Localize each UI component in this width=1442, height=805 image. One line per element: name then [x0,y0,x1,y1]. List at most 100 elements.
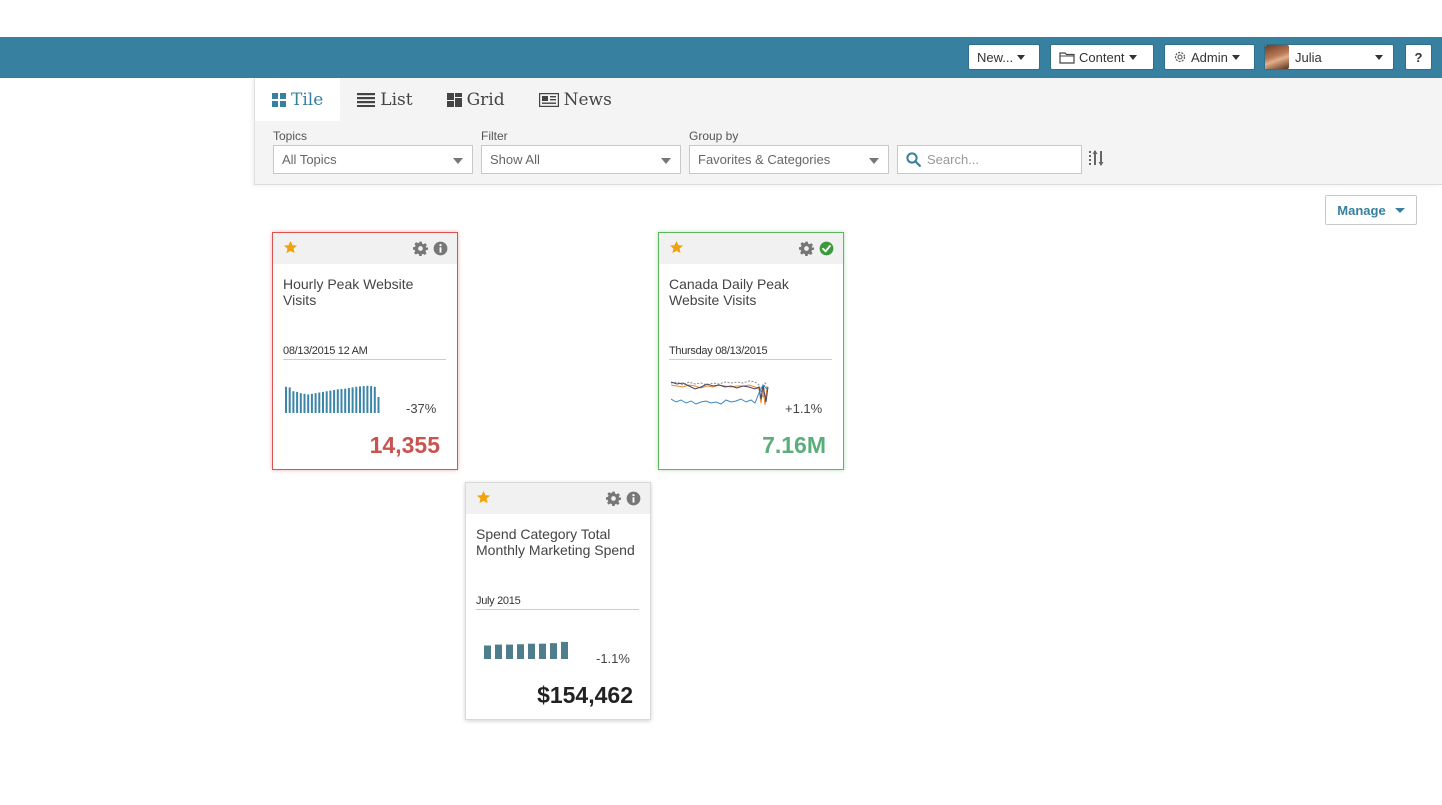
chevron-down-icon [1375,55,1383,60]
filter-select[interactable]: Show All [481,145,681,174]
tile-header [659,233,843,264]
sparkline-bar [344,388,347,413]
tile-title: Hourly Peak Website Visits [283,276,414,308]
tile-date: Thursday 08/13/2015 [669,345,832,360]
caret-down-icon [869,158,879,164]
tile-title: Spend Category Total Monthly Marketing S… [476,526,635,558]
help-button[interactable]: ? [1405,44,1432,70]
tab-news[interactable]: News [522,78,629,121]
gear-icon [1174,51,1186,63]
sparkline-bar [484,645,491,659]
favorite-star-icon[interactable] [476,490,491,505]
tile-change: +1.1% [785,401,823,416]
view-tabs: Tile List Grid News [255,78,629,121]
admin-button[interactable]: Admin [1164,44,1255,70]
folder-icon [1059,51,1075,64]
sparkline-bar [322,391,324,413]
sparkline-bar [325,391,328,413]
tab-grid[interactable]: Grid [430,78,522,121]
tile-value: 7.16M [762,432,826,458]
sparkline-bar [292,391,295,413]
help-button-label: ? [1414,49,1423,65]
sparkline-bars [285,385,380,413]
admin-button-label: Admin [1191,49,1228,65]
tab-label: News [563,89,612,110]
sparkline-bar [377,397,380,413]
new-button-label: New... [977,49,1014,65]
sparkline-lines [671,380,769,406]
list-icon [357,92,376,107]
metric-tile-hourly-peak-visits[interactable]: Hourly Peak Website Visits 08/13/2015 12… [272,232,458,470]
topics-select-value: All Topics [282,152,337,167]
search-input[interactable] [927,152,1067,167]
chevron-down-icon [1394,207,1405,213]
sparkline-bar [528,643,535,659]
tab-tile[interactable]: Tile [255,78,341,121]
tile-value: $154,462 [537,682,633,708]
gear-icon[interactable] [606,491,621,506]
sparkline-bar [329,390,332,413]
tile-icon [272,92,286,107]
filter-label: Filter [481,129,508,143]
caret-down-icon [661,158,671,164]
metric-tile-marketing-spend[interactable]: Spend Category Total Monthly Marketing S… [465,482,651,720]
sort-options-icon[interactable] [1089,150,1105,166]
sparkline-bar [303,393,306,413]
gear-icon[interactable] [413,241,428,256]
sparkline-bar [355,386,358,413]
topics-select[interactable]: All Topics [273,145,473,174]
grid-icon [446,92,462,107]
sparkline-bar [517,644,524,659]
favorite-star-icon[interactable] [669,240,684,255]
sparkline-bar [362,386,365,413]
search-icon [906,152,921,167]
content-button[interactable]: Content [1050,44,1154,70]
new-button[interactable]: New... [968,44,1040,70]
tile-header [273,233,457,264]
sparkline-bar [539,643,546,659]
sparkline-bar [340,389,343,413]
sparkline-bar [506,644,513,659]
search-box [897,145,1082,174]
tile-title: Canada Daily Peak Website Visits [669,276,789,308]
view-filter-panel: Tile List Grid News Topics All Topics Fi… [254,78,1442,185]
sparkline-bar [296,391,299,413]
sparkline-bar [359,386,361,413]
sparkline-bars [484,641,568,659]
sparkline-series-dark [671,381,769,403]
info-icon[interactable] [626,491,641,506]
manage-button[interactable]: Manage [1325,195,1417,225]
check-circle-icon[interactable] [819,241,834,256]
info-icon[interactable] [433,241,448,256]
avatar [1265,45,1289,69]
sparkline-bar [288,387,291,413]
chevron-down-icon [1128,54,1137,60]
tab-list[interactable]: List [340,78,429,121]
tile-header [466,483,650,514]
sparkline-bar [307,394,310,413]
sparkline-bar [333,389,336,413]
tile-value: 14,355 [369,432,440,458]
group-by-select[interactable]: Favorites & Categories [689,145,889,174]
gear-icon[interactable] [799,241,814,256]
filter-select-value: Show All [490,152,540,167]
metric-tile-canada-daily-peak-visits[interactable]: Canada Daily Peak Website Visits Thursda… [658,232,844,470]
sparkline-bar [366,385,369,413]
sparkline-bar [351,387,354,413]
tile-date: July 2015 [476,595,639,610]
group-by-select-value: Favorites & Categories [698,152,831,167]
tile-date: 08/13/2015 12 AM [283,345,446,360]
tab-label: Grid [466,89,505,110]
sparkline-bar [336,389,339,413]
sparkline-series-dashed [671,380,768,398]
caret-down-icon [453,158,463,164]
sparkline-bar [299,393,302,413]
favorite-star-icon[interactable] [283,240,298,255]
user-menu-button[interactable]: Julia [1264,44,1394,70]
sparkline-bar [318,392,321,413]
sparkline-bar [495,644,502,659]
sparkline-bar [310,393,313,413]
sparkline-bar [550,643,557,659]
tile-change: -1.1% [596,651,630,666]
content-button-label: Content [1079,49,1125,65]
